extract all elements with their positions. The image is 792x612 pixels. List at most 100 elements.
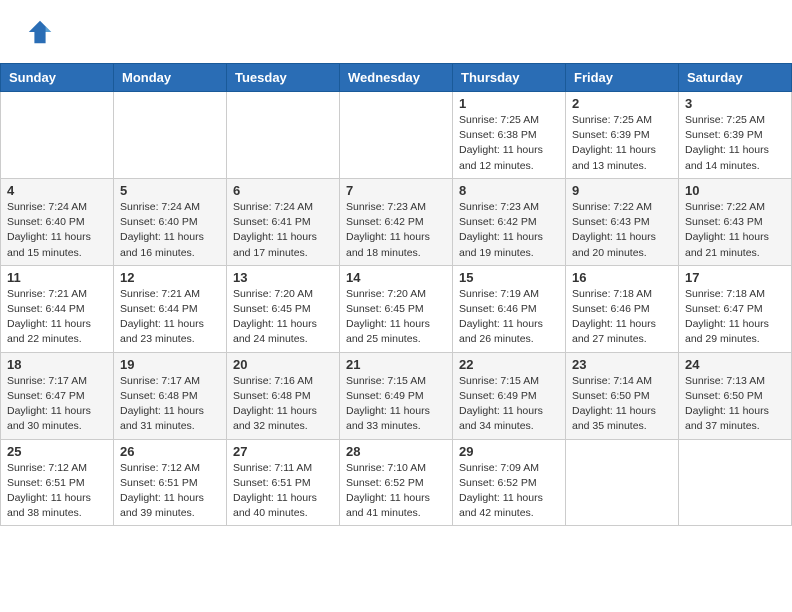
calendar-cell: 10Sunrise: 7:22 AM Sunset: 6:43 PM Dayli… xyxy=(679,178,792,265)
calendar-cell: 19 Sunrise: 7:17 AM Sunset: 6:48 PM Dayli… xyxy=(114,352,227,439)
day-info: Sunrise: 7:12 AM Sunset: 6:51 PM Dayligh… xyxy=(120,461,220,522)
calendar-cell: 16 Sunrise: 7:18 AM Sunset: 6:46 PM Dayli… xyxy=(566,265,679,352)
calendar-cell xyxy=(566,439,679,526)
day-number: 20 xyxy=(233,357,333,372)
calendar-cell: 24 Sunrise: 7:13 AM Sunset: 6:50 PM Dayli… xyxy=(679,352,792,439)
day-number: 26 xyxy=(120,444,220,459)
day-info: Sunrise: 7:22 AM Sunset: 6:43 PM Dayligh… xyxy=(685,200,785,261)
day-of-week-header: Friday xyxy=(566,64,679,92)
calendar-cell: 23 Sunrise: 7:14 AM Sunset: 6:50 PM Dayli… xyxy=(566,352,679,439)
day-info: Sunrise: 7:23 AM Sunset: 6:42 PM Dayligh… xyxy=(346,200,446,261)
day-number: 21 xyxy=(346,357,446,372)
day-number: 29 xyxy=(459,444,559,459)
day-info: Sunrise: 7:24 AM Sunset: 6:40 PM Dayligh… xyxy=(7,200,107,261)
calendar-week-row: 1 Sunrise: 7:25 AM Sunset: 6:38 PM Daylig… xyxy=(1,92,792,179)
day-number: 19 xyxy=(120,357,220,372)
day-info: Sunrise: 7:18 AM Sunset: 6:46 PM Dayligh… xyxy=(572,287,672,348)
calendar-cell xyxy=(1,92,114,179)
calendar-cell xyxy=(340,92,453,179)
calendar-cell: 21 Sunrise: 7:15 AM Sunset: 6:49 PM Dayli… xyxy=(340,352,453,439)
day-number: 22 xyxy=(459,357,559,372)
day-info: Sunrise: 7:25 AM Sunset: 6:39 PM Dayligh… xyxy=(685,113,785,174)
day-info: Sunrise: 7:20 AM Sunset: 6:45 PM Dayligh… xyxy=(233,287,333,348)
day-of-week-header: Monday xyxy=(114,64,227,92)
day-number: 14 xyxy=(346,270,446,285)
day-number: 28 xyxy=(346,444,446,459)
day-number: 17 xyxy=(685,270,785,285)
day-number: 23 xyxy=(572,357,672,372)
calendar-cell: 6Sunrise: 7:24 AM Sunset: 6:41 PM Daylig… xyxy=(227,178,340,265)
day-info: Sunrise: 7:18 AM Sunset: 6:47 PM Dayligh… xyxy=(685,287,785,348)
day-number: 5 xyxy=(120,183,220,198)
calendar-week-row: 4 Sunrise: 7:24 AM Sunset: 6:40 PM Daylig… xyxy=(1,178,792,265)
day-info: Sunrise: 7:12 AM Sunset: 6:51 PM Dayligh… xyxy=(7,461,107,522)
calendar-cell: 20 Sunrise: 7:16 AM Sunset: 6:48 PM Dayli… xyxy=(227,352,340,439)
day-info: Sunrise: 7:19 AM Sunset: 6:46 PM Dayligh… xyxy=(459,287,559,348)
day-info: Sunrise: 7:17 AM Sunset: 6:47 PM Dayligh… xyxy=(7,374,107,435)
day-number: 18 xyxy=(7,357,107,372)
day-info: Sunrise: 7:16 AM Sunset: 6:48 PM Dayligh… xyxy=(233,374,333,435)
calendar-cell xyxy=(679,439,792,526)
calendar-week-row: 18 Sunrise: 7:17 AM Sunset: 6:47 PM Dayli… xyxy=(1,352,792,439)
day-info: Sunrise: 7:25 AM Sunset: 6:38 PM Dayligh… xyxy=(459,113,559,174)
calendar-cell: 8Sunrise: 7:23 AM Sunset: 6:42 PM Daylig… xyxy=(453,178,566,265)
day-number: 9 xyxy=(572,183,672,198)
calendar-cell: 26 Sunrise: 7:12 AM Sunset: 6:51 PM Dayli… xyxy=(114,439,227,526)
day-info: Sunrise: 7:22 AM Sunset: 6:43 PM Dayligh… xyxy=(572,200,672,261)
calendar-cell: 29 Sunrise: 7:09 AM Sunset: 6:52 PM Dayli… xyxy=(453,439,566,526)
day-info: Sunrise: 7:09 AM Sunset: 6:52 PM Dayligh… xyxy=(459,461,559,522)
day-info: Sunrise: 7:10 AM Sunset: 6:52 PM Dayligh… xyxy=(346,461,446,522)
logo-icon xyxy=(26,18,54,46)
calendar-week-row: 11 Sunrise: 7:21 AM Sunset: 6:44 PM Dayli… xyxy=(1,265,792,352)
day-number: 16 xyxy=(572,270,672,285)
calendar-cell: 13Sunrise: 7:20 AM Sunset: 6:45 PM Dayli… xyxy=(227,265,340,352)
calendar-cell: 5 Sunrise: 7:24 AM Sunset: 6:40 PM Daylig… xyxy=(114,178,227,265)
calendar-cell: 3Sunrise: 7:25 AM Sunset: 6:39 PM Daylig… xyxy=(679,92,792,179)
day-of-week-header: Tuesday xyxy=(227,64,340,92)
day-info: Sunrise: 7:21 AM Sunset: 6:44 PM Dayligh… xyxy=(120,287,220,348)
calendar-cell: 1 Sunrise: 7:25 AM Sunset: 6:38 PM Daylig… xyxy=(453,92,566,179)
calendar-cell: 15 Sunrise: 7:19 AM Sunset: 6:46 PM Dayli… xyxy=(453,265,566,352)
day-number: 15 xyxy=(459,270,559,285)
day-info: Sunrise: 7:24 AM Sunset: 6:40 PM Dayligh… xyxy=(120,200,220,261)
calendar-cell: 27Sunrise: 7:11 AM Sunset: 6:51 PM Dayli… xyxy=(227,439,340,526)
calendar-cell: 11 Sunrise: 7:21 AM Sunset: 6:44 PM Dayli… xyxy=(1,265,114,352)
day-info: Sunrise: 7:13 AM Sunset: 6:50 PM Dayligh… xyxy=(685,374,785,435)
day-number: 12 xyxy=(120,270,220,285)
day-info: Sunrise: 7:15 AM Sunset: 6:49 PM Dayligh… xyxy=(459,374,559,435)
calendar-cell: 22 Sunrise: 7:15 AM Sunset: 6:49 PM Dayli… xyxy=(453,352,566,439)
calendar-cell xyxy=(227,92,340,179)
day-number: 11 xyxy=(7,270,107,285)
day-info: Sunrise: 7:17 AM Sunset: 6:48 PM Dayligh… xyxy=(120,374,220,435)
day-of-week-header: Saturday xyxy=(679,64,792,92)
day-info: Sunrise: 7:15 AM Sunset: 6:49 PM Dayligh… xyxy=(346,374,446,435)
day-info: Sunrise: 7:25 AM Sunset: 6:39 PM Dayligh… xyxy=(572,113,672,174)
day-number: 4 xyxy=(7,183,107,198)
calendar-cell: 14 Sunrise: 7:20 AM Sunset: 6:45 PM Dayli… xyxy=(340,265,453,352)
day-info: Sunrise: 7:21 AM Sunset: 6:44 PM Dayligh… xyxy=(7,287,107,348)
calendar-cell: 7 Sunrise: 7:23 AM Sunset: 6:42 PM Daylig… xyxy=(340,178,453,265)
calendar-table: SundayMondayTuesdayWednesdayThursdayFrid… xyxy=(0,63,792,526)
day-number: 27 xyxy=(233,444,333,459)
day-info: Sunrise: 7:20 AM Sunset: 6:45 PM Dayligh… xyxy=(346,287,446,348)
page-header xyxy=(0,0,792,59)
calendar-cell: 9 Sunrise: 7:22 AM Sunset: 6:43 PM Daylig… xyxy=(566,178,679,265)
calendar-cell: 4 Sunrise: 7:24 AM Sunset: 6:40 PM Daylig… xyxy=(1,178,114,265)
day-number: 7 xyxy=(346,183,446,198)
day-info: Sunrise: 7:14 AM Sunset: 6:50 PM Dayligh… xyxy=(572,374,672,435)
day-of-week-header: Thursday xyxy=(453,64,566,92)
day-number: 2 xyxy=(572,96,672,111)
day-of-week-header: Wednesday xyxy=(340,64,453,92)
day-number: 1 xyxy=(459,96,559,111)
day-number: 24 xyxy=(685,357,785,372)
calendar-cell: 17 Sunrise: 7:18 AM Sunset: 6:47 PM Dayli… xyxy=(679,265,792,352)
calendar-cell: 28 Sunrise: 7:10 AM Sunset: 6:52 PM Dayli… xyxy=(340,439,453,526)
day-info: Sunrise: 7:23 AM Sunset: 6:42 PM Dayligh… xyxy=(459,200,559,261)
day-number: 25 xyxy=(7,444,107,459)
calendar-header-row: SundayMondayTuesdayWednesdayThursdayFrid… xyxy=(1,64,792,92)
day-info: Sunrise: 7:24 AM Sunset: 6:41 PM Dayligh… xyxy=(233,200,333,261)
day-of-week-header: Sunday xyxy=(1,64,114,92)
calendar-week-row: 25 Sunrise: 7:12 AM Sunset: 6:51 PM Dayli… xyxy=(1,439,792,526)
calendar-cell: 18 Sunrise: 7:17 AM Sunset: 6:47 PM Dayli… xyxy=(1,352,114,439)
calendar-cell xyxy=(114,92,227,179)
